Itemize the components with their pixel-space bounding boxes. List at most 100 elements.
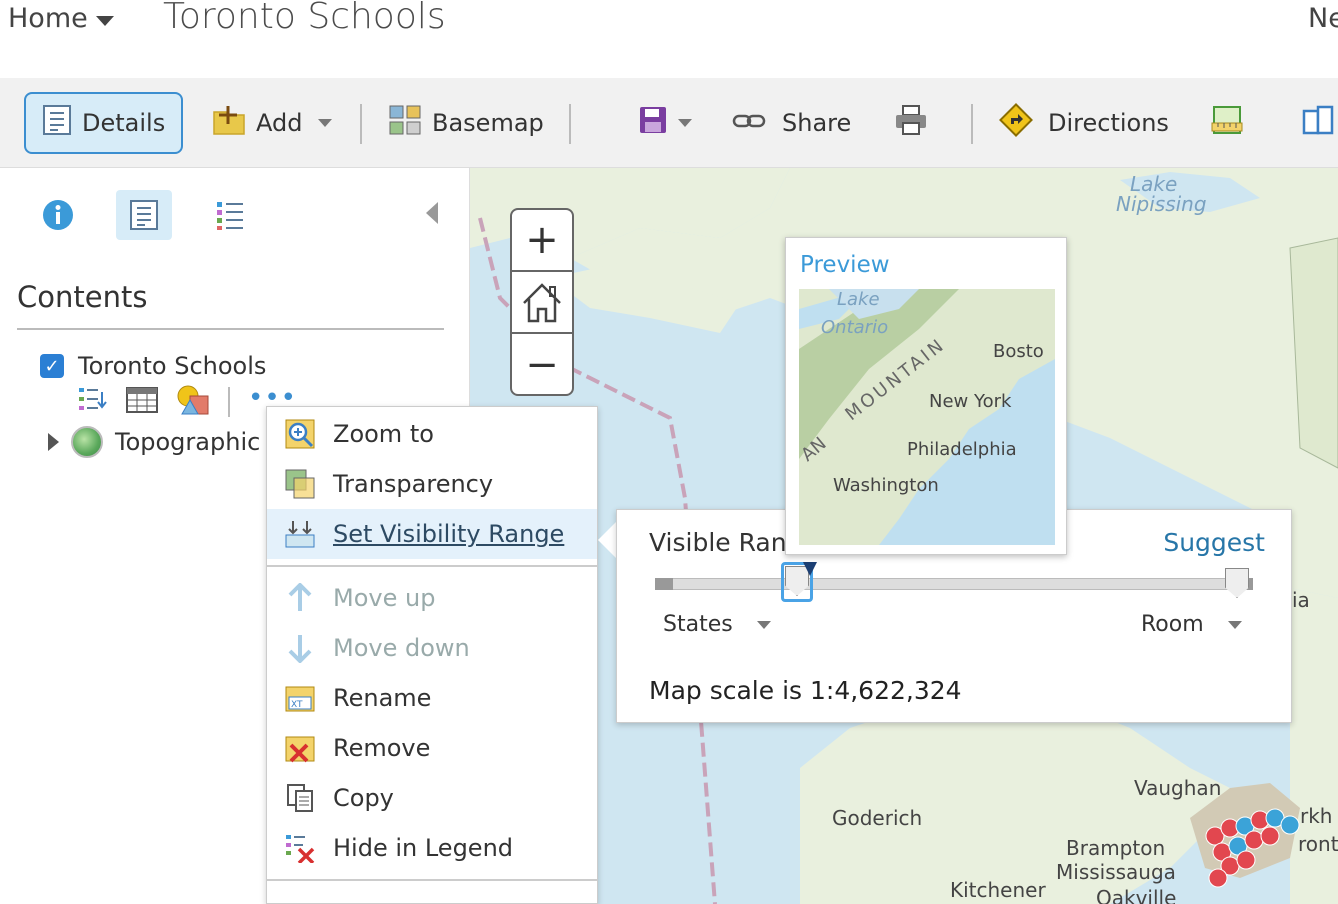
measure-button[interactable] bbox=[1210, 92, 1244, 154]
save-button[interactable] bbox=[638, 92, 692, 154]
current-scale-marker bbox=[803, 562, 817, 576]
directions-button[interactable]: Directions bbox=[998, 92, 1169, 154]
map-label: Philadelphia bbox=[907, 439, 1017, 460]
menu-item-move-down[interactable]: Move down bbox=[267, 623, 597, 673]
home-menu[interactable]: Home bbox=[8, 0, 114, 38]
menu-item-label: Move up bbox=[333, 584, 436, 612]
layer-name: Toronto Schools bbox=[78, 352, 267, 380]
expand-arrow-icon[interactable] bbox=[48, 433, 59, 451]
menu-item-transparency[interactable]: Transparency bbox=[267, 459, 597, 509]
zoom-to-icon bbox=[285, 419, 315, 449]
attribute-table-icon[interactable] bbox=[126, 387, 158, 417]
zoom-out-button[interactable]: − bbox=[512, 334, 572, 396]
page-title: Toronto Schools bbox=[163, 0, 446, 37]
chevron-down-icon bbox=[678, 119, 692, 127]
details-icon bbox=[42, 104, 72, 142]
menu-item-label: Transparency bbox=[333, 470, 494, 498]
layer-visibility-checkbox[interactable]: ✓ bbox=[40, 354, 64, 378]
menu-item-hide-in-legend[interactable]: Hide in Legend bbox=[267, 823, 597, 873]
preview-map: Lake Ontario MOUNTAIN Bosto New York Phi… bbox=[799, 289, 1055, 545]
more-options-icon[interactable]: ••• bbox=[248, 385, 297, 411]
map-label: Washington bbox=[833, 475, 939, 496]
directions-icon bbox=[998, 102, 1034, 144]
collapse-panel-icon[interactable] bbox=[426, 202, 438, 224]
layer-item-toronto-schools[interactable]: ✓ Toronto Schools bbox=[40, 352, 266, 380]
basemap-label: Basemap bbox=[432, 109, 544, 137]
visibility-range-icon bbox=[285, 521, 315, 548]
toolbar-divider bbox=[971, 104, 973, 144]
legend-icon bbox=[217, 202, 243, 230]
tab-about[interactable] bbox=[30, 190, 86, 240]
layer-item-basemap[interactable]: Topographic bbox=[48, 426, 260, 458]
visibility-range-slider[interactable] bbox=[655, 578, 1253, 590]
map-label: Kitchener bbox=[950, 878, 1046, 902]
menu-item-label: Remove bbox=[333, 734, 431, 762]
bookmarks-button[interactable] bbox=[1302, 92, 1336, 154]
printer-icon bbox=[894, 104, 928, 142]
home-extent-button[interactable] bbox=[512, 272, 572, 334]
suggest-link[interactable]: Suggest bbox=[1163, 528, 1265, 557]
map-label: Mississauga bbox=[1056, 860, 1176, 884]
chevron-down-icon bbox=[1227, 620, 1242, 629]
map-label: New York bbox=[929, 391, 1012, 412]
show-legend-icon[interactable] bbox=[78, 386, 108, 418]
rename-icon: XT bbox=[285, 686, 315, 712]
zoom-in-button[interactable]: + bbox=[512, 210, 572, 272]
layer-context-menu: Zoom to Transparency Set Visibility Rang… bbox=[266, 406, 598, 904]
chevron-down-icon bbox=[756, 620, 771, 629]
remove-icon bbox=[285, 736, 315, 763]
menu-item-rename[interactable]: XT Rename bbox=[267, 673, 597, 723]
min-scale-select[interactable]: States bbox=[663, 612, 771, 637]
change-style-icon[interactable] bbox=[176, 384, 210, 420]
map-label: Goderich bbox=[832, 806, 923, 830]
bookmarks-icon bbox=[1302, 103, 1336, 143]
measure-icon bbox=[1210, 103, 1244, 143]
copy-icon bbox=[287, 784, 313, 812]
slider-end-cap bbox=[655, 578, 673, 590]
arrow-up-icon bbox=[288, 583, 312, 611]
max-scale-select[interactable]: Room bbox=[1141, 612, 1242, 637]
add-layer-icon bbox=[212, 104, 246, 142]
menu-item-set-visibility-range[interactable]: Set Visibility Range bbox=[267, 509, 597, 559]
toolbar-divider bbox=[360, 104, 362, 144]
panel-tabs bbox=[30, 190, 258, 240]
menu-item-label: Rename bbox=[333, 684, 432, 712]
add-label: Add bbox=[256, 109, 303, 137]
map-label: rkh bbox=[1300, 804, 1333, 828]
hide-legend-icon bbox=[286, 835, 315, 863]
add-button[interactable]: Add bbox=[212, 92, 333, 154]
chevron-down-icon bbox=[95, 15, 114, 26]
menu-item-label: Move down bbox=[333, 634, 470, 662]
popup-pointer bbox=[598, 520, 618, 560]
menu-item-remove[interactable]: Remove bbox=[267, 723, 597, 773]
minus-icon: − bbox=[525, 342, 559, 388]
directions-label: Directions bbox=[1048, 109, 1169, 137]
map-label: Lake bbox=[837, 289, 880, 310]
details-button[interactable]: Details bbox=[24, 92, 184, 154]
print-button[interactable] bbox=[894, 92, 928, 154]
min-scale-value: States bbox=[663, 612, 733, 637]
map-label: Ontario bbox=[821, 317, 889, 338]
map-label: Bosto bbox=[993, 341, 1044, 362]
chevron-down-icon bbox=[318, 119, 333, 127]
menu-item-move-up[interactable]: Move up bbox=[267, 573, 597, 623]
link-icon bbox=[732, 109, 766, 137]
menu-item-zoom-to[interactable]: Zoom to bbox=[267, 409, 597, 459]
details-label: Details bbox=[82, 109, 166, 137]
max-scale-handle[interactable] bbox=[1225, 568, 1249, 598]
map-label: Vaughan bbox=[1134, 776, 1222, 800]
header-right-link[interactable]: Ne bbox=[1308, 0, 1338, 38]
menu-item-label: Hide in Legend bbox=[333, 834, 514, 862]
layer-tools: ••• bbox=[78, 384, 297, 420]
basemap-button[interactable]: Basemap bbox=[388, 92, 544, 154]
tab-content[interactable] bbox=[116, 190, 172, 240]
home-label: Home bbox=[8, 3, 88, 34]
tab-legend[interactable] bbox=[202, 190, 258, 240]
plus-icon: + bbox=[525, 217, 559, 263]
basemap-name: Topographic bbox=[115, 428, 261, 456]
svg-text:XT: XT bbox=[291, 700, 303, 710]
contents-heading: Contents bbox=[17, 280, 148, 314]
share-button[interactable]: Share bbox=[732, 92, 851, 154]
arrow-down-icon bbox=[288, 635, 312, 663]
menu-item-copy[interactable]: Copy bbox=[267, 773, 597, 823]
